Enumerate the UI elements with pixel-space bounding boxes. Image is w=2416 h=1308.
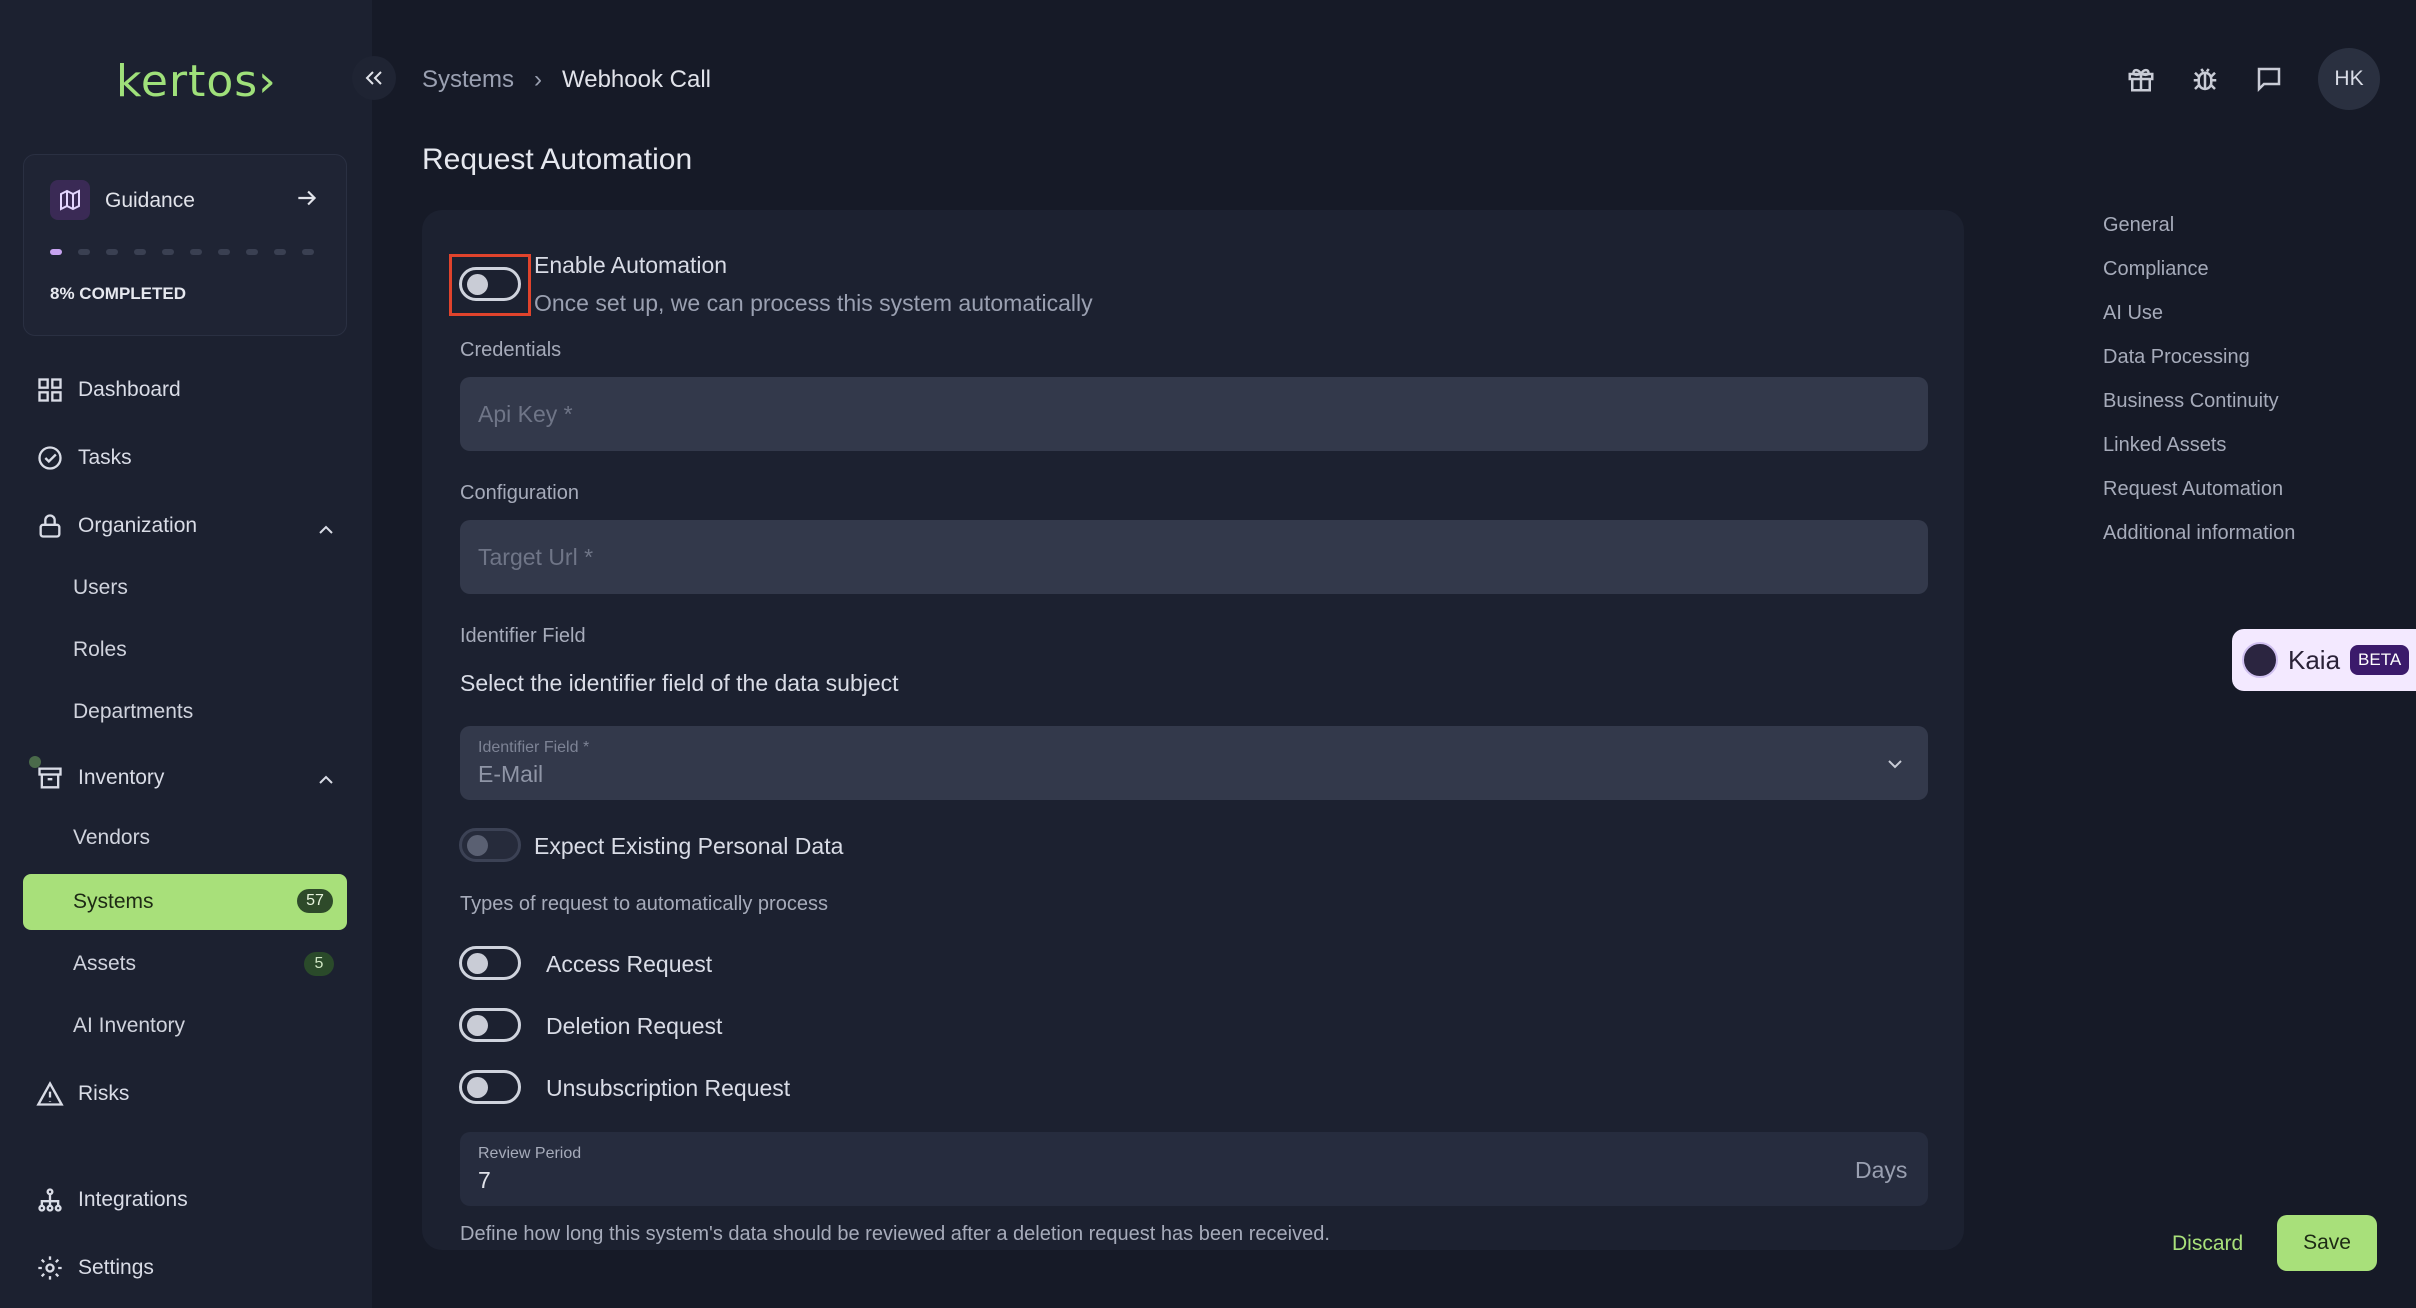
sidebar-item-label: Tasks [78,446,132,469]
review-period-value: 7 [478,1166,491,1193]
deletion-request-label: Deletion Request [546,1013,723,1039]
sidebar-item-label: Dashboard [78,378,181,401]
section-nav-additional-information[interactable]: Additional information [2103,522,2295,566]
gift-icon[interactable] [2126,64,2156,94]
sidebar-item-dashboard[interactable]: Dashboard [36,376,181,404]
kaia-name: Kaia [2288,644,2341,675]
sidebar-item-settings[interactable]: Settings [36,1254,154,1282]
access-request-toggle[interactable] [459,946,521,980]
api-key-input[interactable]: Api Key * [460,377,1928,451]
chevron-up-icon[interactable] [314,518,338,542]
sidebar-item-departments[interactable]: Departments [73,700,193,724]
access-request-label: Access Request [546,951,713,977]
sidebar-item-label: Settings [78,1256,154,1279]
bug-icon[interactable] [2190,64,2220,94]
sidebar-item-label: Integrations [78,1188,188,1211]
configuration-label: Configuration [460,482,579,504]
beta-badge: BETA [2350,645,2410,675]
sidebar-item-tasks[interactable]: Tasks [36,444,132,472]
chevrons-left-icon [365,71,382,85]
gear-icon [38,1256,62,1280]
chevron-down-icon[interactable] [1883,752,1907,776]
review-period-label: Review Period [478,1144,582,1162]
warning-icon [36,1081,64,1106]
sidebar-item-label: Risks [78,1082,130,1105]
arrow-right-icon[interactable] [294,185,320,216]
assets-count-badge: 5 [304,952,334,976]
sidebar-item-assets[interactable]: Assets [73,952,136,976]
top-actions: HK [2126,48,2380,110]
identifier-description: Select the identifier field of the data … [460,670,899,696]
map-icon [50,180,90,220]
highlight-box [449,254,531,316]
sidebar-item-inventory[interactable]: Inventory [36,764,164,792]
enable-automation-title: Enable Automation [534,252,728,278]
unsubscription-request-label: Unsubscription Request [546,1075,791,1101]
request-types-label: Types of request to automatically proces… [460,893,828,915]
kertos-logo[interactable]: kertos› [116,56,277,107]
systems-count-badge: 57 [297,889,333,913]
review-period-help: Define how long this system's data shoul… [460,1223,1330,1245]
expect-existing-data-label: Expect Existing Personal Data [534,833,844,859]
section-nav-business-continuity[interactable]: Business Continuity [2103,390,2295,434]
sidebar-item-integrations[interactable]: Integrations [36,1186,188,1214]
user-avatar[interactable]: HK [2318,48,2380,110]
review-period-input[interactable]: Review Period 7 [460,1132,1928,1206]
sidebar-item-users[interactable]: Users [73,576,128,600]
check-circle-icon [38,446,62,470]
sidebar-item-ai-inventory[interactable]: AI Inventory [73,1014,185,1038]
sidebar-item-risks[interactable]: Risks [36,1080,129,1108]
sidebar-item-systems[interactable]: Systems 57 [23,874,347,930]
dashboard-icon [38,378,62,402]
section-nav-compliance[interactable]: Compliance [2103,258,2295,302]
sidebar-item-vendors[interactable]: Vendors [73,826,150,850]
chevron-up-icon[interactable] [314,768,338,792]
sidebar-item-label: Systems [73,890,154,913]
breadcrumb-current: Webhook Call [562,66,711,93]
integrations-icon [38,1188,62,1212]
section-nav-data-processing[interactable]: Data Processing [2103,346,2295,390]
collapse-sidebar-button[interactable] [352,56,396,100]
review-period-unit: Days [1855,1157,1908,1183]
target-url-input[interactable]: Target Url * [460,520,1928,594]
enable-automation-description: Once set up, we can process this system … [534,290,1093,316]
unsubscription-request-toggle[interactable] [459,1070,521,1104]
identifier-field-select[interactable]: Identifier Field * E-Mail [460,726,1928,800]
identifier-field-label: Identifier Field * [478,738,590,756]
sidebar: kertos› Guidance 8% COMPLETED Dashboard … [0,0,372,1308]
guidance-progress [50,249,314,255]
page-title: Request Automation [422,143,693,176]
deletion-request-toggle[interactable] [459,1008,521,1042]
sidebar-item-label: Inventory [78,766,165,789]
guidance-label: Guidance [105,189,195,212]
sidebar-item-organization[interactable]: Organization [36,512,346,540]
kaia-avatar [2242,642,2278,678]
breadcrumb: Systems › Webhook Call [422,66,711,94]
expect-existing-data-toggle[interactable] [459,828,521,862]
section-nav-linked-assets[interactable]: Linked Assets [2103,434,2295,478]
identifier-section-label: Identifier Field [460,625,586,647]
sidebar-item-label: Organization [78,514,198,537]
breadcrumb-separator: › [534,66,543,93]
guidance-completed-text: 8% COMPLETED [50,284,187,303]
section-nav-ai-use[interactable]: AI Use [2103,302,2295,346]
credentials-label: Credentials [460,339,562,361]
discard-button[interactable]: Discard [2172,1232,2243,1256]
identifier-field-value: E-Mail [478,760,544,787]
sidebar-item-roles[interactable]: Roles [73,638,127,662]
save-button[interactable]: Save [2277,1215,2377,1271]
section-nav: General Compliance AI Use Data Processin… [2103,214,2295,566]
section-nav-request-automation[interactable]: Request Automation [2103,478,2295,522]
guidance-card[interactable]: Guidance 8% COMPLETED [23,154,347,336]
lock-icon [39,514,61,538]
archive-icon [38,767,62,789]
kaia-assistant-button[interactable]: Kaia BETA [2232,629,2416,691]
section-nav-general[interactable]: General [2103,214,2295,258]
chat-icon[interactable] [2254,64,2284,94]
breadcrumb-parent[interactable]: Systems [422,66,514,94]
